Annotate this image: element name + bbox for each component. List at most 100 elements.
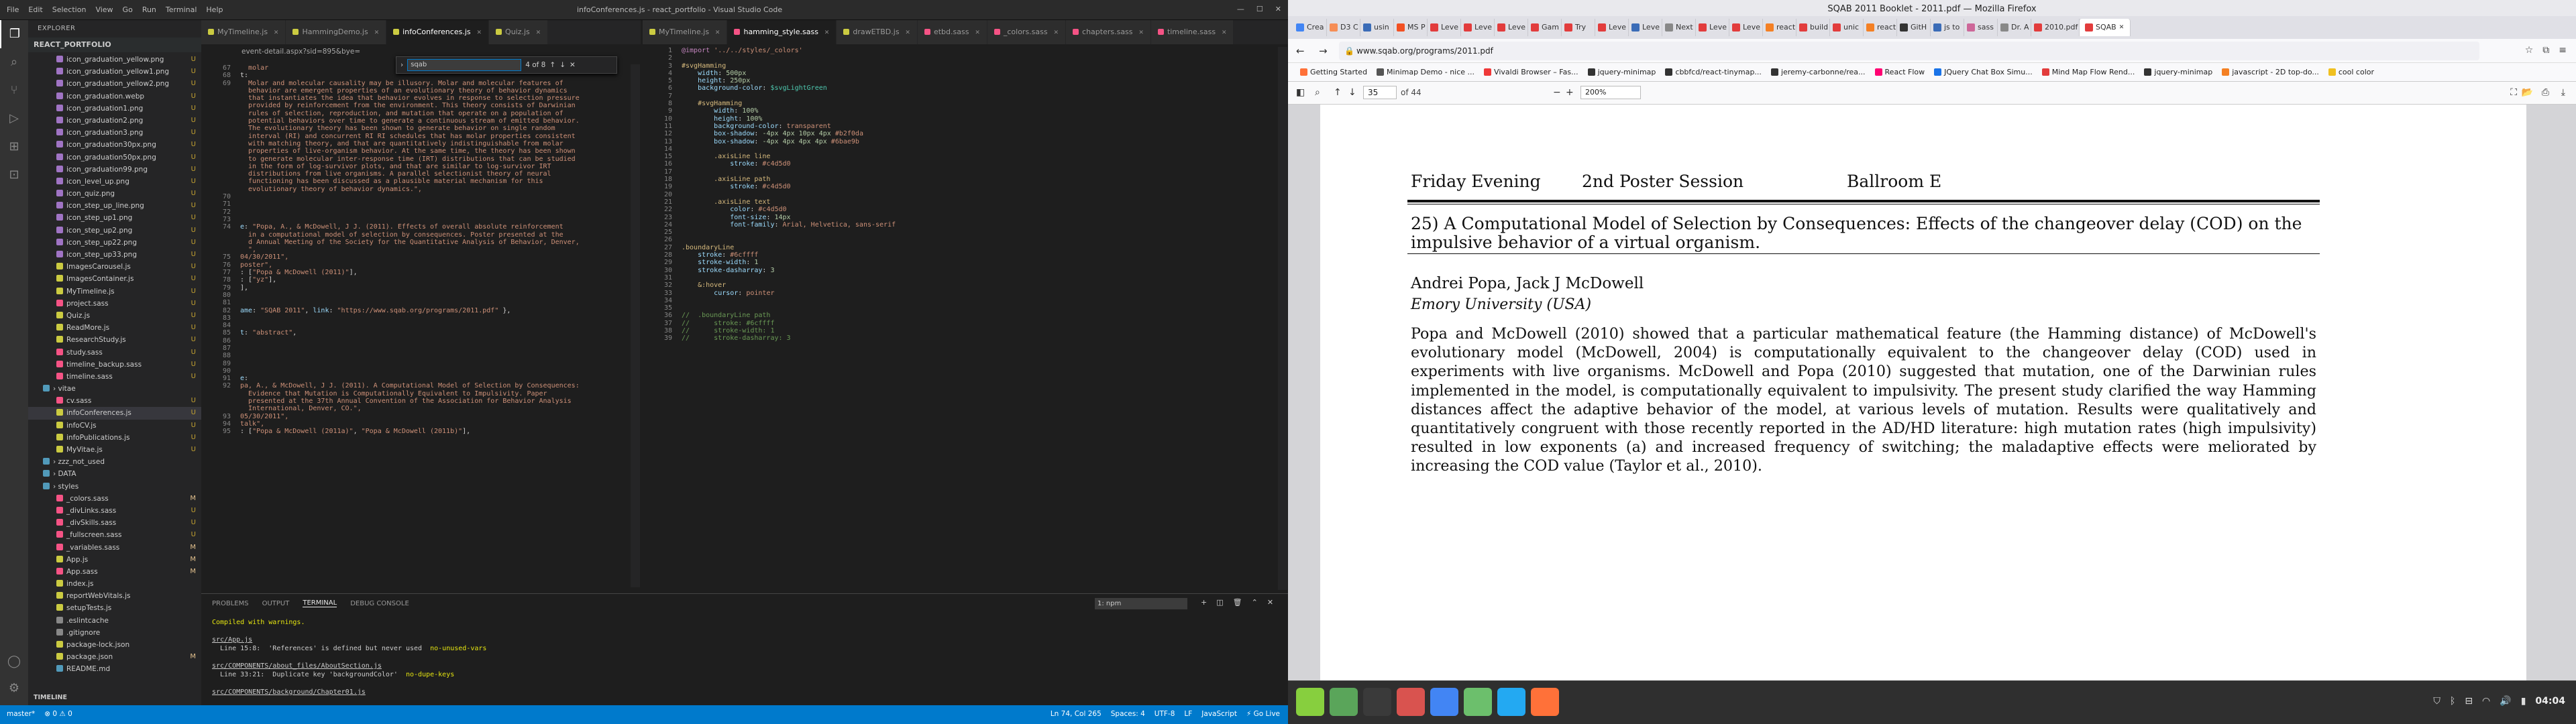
editor-tab[interactable]: Quiz.js ✕	[489, 20, 549, 44]
app-icon[interactable]	[1397, 688, 1425, 716]
menu-item[interactable]: Run	[142, 5, 156, 14]
shield-icon[interactable]: ⛉	[2433, 696, 2440, 707]
network-icon[interactable]: ⊟	[2465, 696, 2473, 707]
file-tree-item[interactable]: › zzz_not_used	[28, 456, 201, 468]
timeline-section[interactable]: TIMELINE	[28, 690, 201, 705]
file-tree-item[interactable]: icon_graduation3.png U	[28, 127, 201, 139]
browser-tab[interactable]: Gam	[1528, 19, 1562, 36]
trash-icon[interactable]: 🗑	[1233, 598, 1242, 607]
browser-tab[interactable]: Leve	[1696, 19, 1729, 36]
file-tree-item[interactable]: _divSkills.sass U	[28, 517, 201, 529]
close-icon[interactable]: ✕	[822, 29, 830, 36]
battery-icon[interactable]: ▮	[2521, 696, 2526, 707]
file-tree-item[interactable]: icon_graduation50px.png U	[28, 152, 201, 164]
menu-item[interactable]: File	[7, 5, 19, 14]
terminal-select[interactable]: 1: npm	[1095, 598, 1187, 609]
download-icon[interactable]: ⤓	[2561, 87, 2565, 98]
menu-icon[interactable]: ≡	[2559, 45, 2567, 56]
chevron-up-icon[interactable]: ⌃	[1252, 598, 1258, 607]
browser-tab[interactable]: Leve	[1629, 19, 1662, 36]
bookmark-item[interactable]: cool color	[2328, 68, 2374, 76]
file-tree-item[interactable]: icon_graduation2.png U	[28, 115, 201, 127]
close-icon[interactable]: ✕	[475, 29, 482, 36]
status-item[interactable]: JavaScript	[1201, 710, 1237, 718]
source-control-icon[interactable]: ⑂	[0, 76, 28, 105]
close-icon[interactable]: ✕	[534, 29, 541, 36]
editor-tab[interactable]: hamming_style.sass ✕	[727, 20, 837, 44]
file-tree-item[interactable]: icon_graduation.webp U	[28, 90, 201, 103]
browser-tab[interactable]: build	[1796, 19, 1830, 36]
file-tree-item[interactable]: App.js M	[28, 554, 201, 566]
file-tree-item[interactable]: _fullscreen.sass U	[28, 529, 201, 541]
remote-icon[interactable]: ⊡	[0, 161, 28, 189]
status-item[interactable]: ⚡ Go Live	[1246, 710, 1280, 718]
prev-page-icon[interactable]: ↑	[1334, 87, 1342, 98]
browser-tab[interactable]: Leve	[1428, 19, 1461, 36]
page-number-input[interactable]: 35	[1363, 86, 1397, 99]
file-tree-item[interactable]: icon_graduation_yellow2.png U	[28, 78, 201, 90]
close-icon[interactable]: ✕	[1052, 29, 1059, 36]
browser-tab[interactable]: usin	[1360, 19, 1394, 36]
menu-item[interactable]: View	[95, 5, 113, 14]
browser-tab[interactable]: Try	[1562, 19, 1595, 36]
editor-tab[interactable]: etbd.sass ✕	[917, 20, 987, 44]
bookmark-item[interactable]: jquery-minimap	[1587, 68, 1656, 76]
panel-tab[interactable]: OUTPUT	[262, 600, 290, 607]
close-icon[interactable]: ✕	[1275, 5, 1281, 13]
close-icon[interactable]: ✕	[713, 29, 720, 36]
file-tree-item[interactable]: infoCV.js U	[28, 420, 201, 432]
zoom-select[interactable]: 200%	[1580, 86, 1641, 99]
zoom-out-icon[interactable]: −	[1553, 87, 1561, 98]
file-tree-item[interactable]: timeline_backup.sass U	[28, 359, 201, 371]
menu-item[interactable]: Help	[206, 5, 223, 14]
file-tree-item[interactable]: _variables.sass M	[28, 542, 201, 554]
forward-icon[interactable]: →	[1319, 45, 1328, 57]
status-item[interactable]: UTF-8	[1155, 710, 1175, 718]
terminal-icon[interactable]	[1363, 688, 1391, 716]
file-tree-item[interactable]: icon_graduation_yellow1.png U	[28, 66, 201, 78]
file-tree-item[interactable]: setupTests.js	[28, 602, 201, 614]
bookmark-item[interactable]: Mind Map Flow Rend...	[2041, 68, 2135, 76]
file-tree-item[interactable]: icon_graduation1.png U	[28, 103, 201, 115]
file-tree-item[interactable]: icon_step_up_line.png U	[28, 200, 201, 212]
extensions-icon[interactable]: ⧉	[2542, 45, 2549, 56]
find-input[interactable]: sqab	[407, 59, 522, 71]
browser-tab[interactable]: Dr. A	[1998, 19, 2031, 36]
close-icon[interactable]: ✕	[570, 61, 576, 69]
presentation-icon[interactable]: ⛶	[2510, 87, 2517, 98]
bookmark-item[interactable]: jquery-minimap	[2144, 68, 2212, 76]
status-item[interactable]: LF	[1184, 710, 1192, 718]
file-tree-item[interactable]: study.sass U	[28, 347, 201, 359]
file-tree-item[interactable]: ResearchStudy.js U	[28, 334, 201, 346]
editor-tab[interactable]: timeline.sass ✕	[1150, 20, 1234, 44]
print-icon[interactable]: ⎙	[2542, 87, 2549, 98]
panel-tab[interactable]: PROBLEMS	[212, 600, 249, 607]
minimap-right[interactable]	[1278, 47, 1287, 590]
file-tree-item[interactable]: icon_step_up22.png U	[28, 237, 201, 249]
minimap-left[interactable]	[631, 64, 640, 587]
status-item[interactable]: ⊗ 0 ⚠ 0	[44, 710, 72, 718]
menu-item[interactable]: Selection	[52, 5, 87, 14]
file-tree-item[interactable]: icon_graduation99.png U	[28, 164, 201, 176]
editor-tab[interactable]: HammingDemo.js ✕	[286, 20, 387, 44]
workspace-root[interactable]: REACT_PORTFOLIO	[28, 38, 201, 52]
browser-tab[interactable]: Leve	[1729, 19, 1763, 36]
browser-tab[interactable]: sass	[1964, 19, 1998, 36]
maximize-icon[interactable]: ☐	[1256, 5, 1263, 13]
bookmark-item[interactable]: JQuery Chat Box Simu...	[1934, 68, 2033, 76]
file-tree-item[interactable]: icon_step_up1.png U	[28, 212, 201, 224]
file-tree-item[interactable]: package-lock.json	[28, 639, 201, 651]
bookmark-item[interactable]: jeremy-carbonne/rea...	[1770, 68, 1866, 76]
file-tree-item[interactable]: App.sass M	[28, 566, 201, 578]
bookmark-item[interactable]: javascript - 2D top-do...	[2222, 68, 2319, 76]
gear-icon[interactable]: ⚙	[0, 674, 28, 703]
file-tree-item[interactable]: ImagesContainer.js U	[28, 273, 201, 285]
browser-tab[interactable]: js to	[1931, 19, 1964, 36]
open-file-icon[interactable]: 📂	[2522, 87, 2533, 98]
files-icon[interactable]	[1330, 688, 1358, 716]
browser-tab[interactable]: Crea	[1293, 19, 1327, 36]
browser-tab[interactable]: react	[1864, 19, 1897, 36]
zoom-in-icon[interactable]: +	[1566, 87, 1574, 98]
status-item[interactable]: master*	[7, 710, 35, 718]
menu-item[interactable]: Go	[123, 5, 133, 14]
